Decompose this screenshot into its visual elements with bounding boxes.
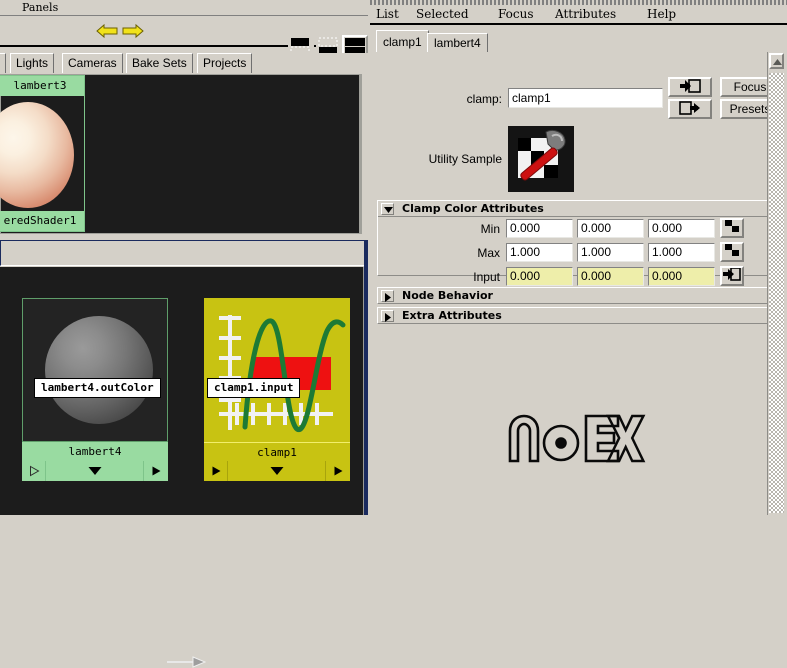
menu-selected[interactable]: Selected: [412, 5, 473, 24]
input-map-connect-button[interactable]: [720, 266, 744, 286]
noex-watermark: [506, 413, 646, 465]
min-color-chooser-button[interactable]: [720, 218, 744, 238]
map-connect-icon: [723, 268, 741, 281]
menu-list[interactable]: List: [372, 5, 403, 24]
node-swatch-clamp1: [204, 298, 350, 442]
panels-tab-bake-sets[interactable]: Bake Sets: [126, 53, 193, 73]
tab-underline: [370, 52, 787, 54]
input-label: Input: [473, 270, 500, 284]
input-field-g[interactable]: 0.000: [577, 267, 644, 286]
section-label-node-behavior: Node Behavior: [402, 289, 493, 302]
attribute-editor-tab-bar: clamp1 lambert4: [370, 30, 787, 53]
chevron-right-icon[interactable]: [381, 290, 394, 302]
scroll-up-icon[interactable]: [769, 53, 784, 69]
max-field-r[interactable]: 1.000: [506, 243, 573, 262]
section-label-extra-attributes: Extra Attributes: [402, 309, 502, 322]
panels-tab-lights[interactable]: Lights: [10, 53, 55, 73]
load-attributes-button[interactable]: [668, 77, 712, 97]
connection-arrow-icon: [167, 656, 207, 668]
menu-focus[interactable]: Focus: [494, 5, 538, 24]
panels-title: Panels: [22, 1, 59, 14]
arrow-left-icon[interactable]: [96, 23, 120, 39]
node-name-label: clamp:: [466, 92, 502, 106]
connection-source-label[interactable]: lambert4.outColor: [34, 378, 161, 398]
connection-dest-label[interactable]: clamp1.input: [207, 378, 301, 398]
attribute-editor-body: clamp: clamp1 Focus Presets Utility Samp…: [370, 52, 787, 515]
panels-tab-projects[interactable]: Projects: [197, 53, 253, 73]
panels-window: Panels Lights Cameras Bake Sets Projects…: [0, 0, 368, 668]
node-buttons-lambert4: [22, 461, 168, 481]
triangle-right-outline-icon[interactable]: [22, 461, 46, 481]
min-field-b[interactable]: 0.000: [648, 219, 715, 238]
swatch-label-bottom: eredShader1: [0, 211, 84, 231]
max-label: Max: [477, 246, 500, 260]
arrow-right-icon[interactable]: [120, 23, 144, 39]
chevron-right-icon[interactable]: [381, 310, 394, 322]
attribute-editor-menu-bar: List Selected Focus Attributes Help: [370, 5, 787, 25]
panels-tab-cameras[interactable]: Cameras: [62, 53, 123, 73]
swatch-cell-lambert3[interactable]: lambert3 eredShader1: [0, 75, 85, 232]
swatch-label-top: lambert3: [0, 76, 84, 96]
min-field-g[interactable]: 0.000: [577, 219, 644, 238]
hypershade-graph-canvas[interactable]: lambert4 clamp1 lambert4.outColor clamp1…: [0, 267, 364, 668]
attribute-editor-window: List Selected Focus Attributes Help clam…: [370, 0, 787, 515]
node-title-clamp1: clamp1: [204, 442, 350, 461]
application-window: Panels Lights Cameras Bake Sets Projects…: [0, 0, 787, 668]
color-chooser-icon: [725, 244, 739, 256]
panels-title-bar: Panels: [0, 0, 368, 16]
section-header-node-behavior[interactable]: Node Behavior: [377, 287, 777, 304]
material-swatch-browser[interactable]: lambert3 eredShader1: [0, 74, 362, 234]
input-field-b[interactable]: 0.000: [648, 267, 715, 286]
min-label: Min: [480, 222, 500, 236]
arrow-out-of-box-icon: [679, 101, 700, 115]
color-chooser-icon: [725, 220, 739, 232]
triangle-down-icon[interactable]: [46, 461, 144, 481]
triangle-right-icon[interactable]: [204, 461, 228, 481]
clamp-curve-icon: [205, 299, 349, 441]
panels-toolbar: [0, 17, 368, 58]
menu-help[interactable]: Help: [643, 5, 680, 24]
node-name-field[interactable]: clamp1: [508, 88, 663, 108]
tab-lambert4[interactable]: lambert4: [427, 33, 488, 53]
unload-attributes-button[interactable]: [668, 99, 712, 119]
max-color-chooser-button[interactable]: [720, 242, 744, 262]
attribute-editor-scrollbar[interactable]: [767, 52, 784, 515]
tab-clamp1[interactable]: clamp1: [376, 30, 429, 53]
scrollbar-track[interactable]: [769, 73, 784, 513]
menu-attributes[interactable]: Attributes: [551, 5, 620, 24]
utility-sample-label: Utility Sample: [428, 152, 502, 166]
triangle-right-icon[interactable]: [144, 461, 168, 481]
min-field-r[interactable]: 0.000: [506, 219, 573, 238]
max-field-b[interactable]: 1.000: [648, 243, 715, 262]
arrow-into-box-icon: [680, 79, 701, 93]
hypershade-graph-toolbar: [0, 240, 368, 266]
section-header-extra-attributes[interactable]: Extra Attributes: [377, 307, 777, 324]
clamp-color-attributes-group: [377, 200, 777, 276]
node-swatch-lambert4: [22, 298, 168, 442]
max-field-g[interactable]: 1.000: [577, 243, 644, 262]
triangle-down-icon[interactable]: [228, 461, 326, 481]
hammer-checkerboard-icon[interactable]: [508, 126, 574, 192]
swatch-sphere-preview: [0, 102, 74, 208]
shaded-sphere-icon: [45, 316, 153, 424]
panel-border: [364, 240, 368, 515]
input-field-r[interactable]: 0.000: [506, 267, 573, 286]
panels-tab-partial[interactable]: [0, 53, 6, 73]
triangle-right-icon[interactable]: [326, 461, 350, 481]
node-title-lambert4: lambert4: [22, 442, 168, 461]
panels-tab-bar: Lights Cameras Bake Sets Projects: [0, 53, 368, 73]
node-buttons-clamp1: [204, 461, 350, 481]
